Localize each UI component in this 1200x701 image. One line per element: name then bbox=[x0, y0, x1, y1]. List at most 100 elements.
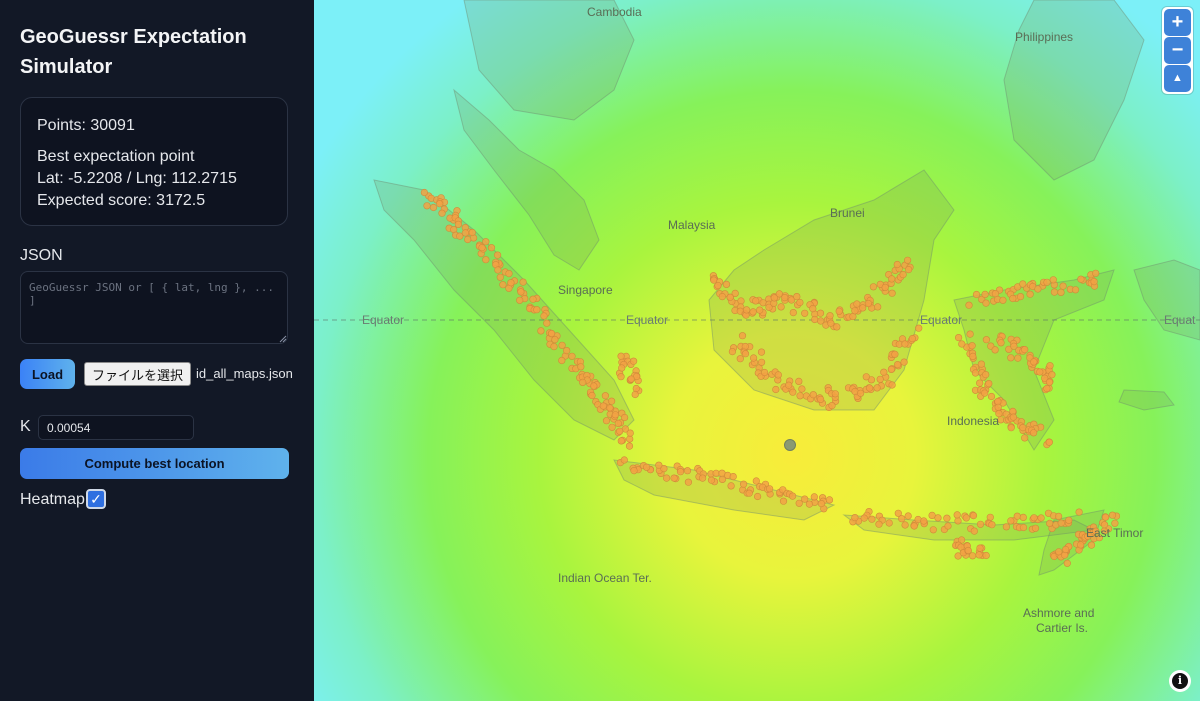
map-point bbox=[981, 389, 989, 397]
map-point bbox=[972, 290, 981, 299]
map-point bbox=[1065, 516, 1073, 524]
map-point bbox=[887, 365, 896, 374]
map-point bbox=[740, 480, 748, 488]
map-point bbox=[881, 283, 889, 292]
map-point bbox=[626, 435, 634, 443]
map-point bbox=[579, 378, 587, 387]
map-point bbox=[903, 256, 912, 264]
map-point bbox=[969, 511, 978, 520]
map-point bbox=[880, 368, 888, 376]
map-point bbox=[953, 511, 961, 519]
map-view[interactable]: Cambodia Philippines Malaysia Brunei Sin… bbox=[314, 0, 1200, 701]
map-point bbox=[736, 355, 744, 363]
map-point bbox=[1057, 519, 1065, 527]
map-point bbox=[944, 522, 952, 530]
map-point bbox=[853, 300, 861, 308]
heatmap-checkbox[interactable]: ✓ bbox=[86, 489, 106, 509]
map-point bbox=[1019, 513, 1027, 522]
map-point bbox=[816, 309, 825, 317]
map-point bbox=[423, 202, 431, 210]
map-point bbox=[1092, 269, 1100, 277]
map-point bbox=[1009, 294, 1017, 303]
map-point bbox=[805, 500, 814, 508]
map-point bbox=[862, 373, 870, 381]
map-point bbox=[741, 350, 750, 358]
map-point bbox=[655, 461, 663, 469]
map-point bbox=[429, 203, 438, 212]
map-point bbox=[1016, 293, 1025, 301]
map-point bbox=[499, 281, 507, 289]
map-point bbox=[1045, 438, 1053, 446]
map-point bbox=[910, 522, 918, 530]
map-point bbox=[643, 463, 651, 471]
map-point bbox=[976, 544, 984, 552]
map-point bbox=[754, 492, 762, 501]
map-point bbox=[519, 278, 527, 286]
map-point bbox=[1054, 512, 1063, 521]
map-point bbox=[1048, 371, 1056, 379]
map-point bbox=[729, 473, 737, 481]
map-point bbox=[885, 519, 893, 527]
map-point bbox=[558, 341, 566, 349]
file-choose-button[interactable]: ファイルを選択 bbox=[84, 362, 191, 386]
map-point bbox=[999, 296, 1007, 304]
json-input[interactable] bbox=[20, 271, 288, 344]
map-point bbox=[550, 343, 558, 351]
map-point bbox=[1071, 286, 1080, 294]
map-point bbox=[1077, 275, 1085, 283]
map-point bbox=[860, 514, 868, 522]
plus-icon[interactable]: + bbox=[1164, 9, 1191, 36]
map-label-cartier: Cartier Is. bbox=[1036, 621, 1089, 635]
k-input[interactable] bbox=[38, 415, 194, 440]
map-point bbox=[962, 514, 970, 522]
points-count: Points: 30091 bbox=[37, 117, 135, 134]
map-point bbox=[991, 346, 999, 354]
map-point bbox=[988, 521, 996, 529]
map-canvas[interactable] bbox=[314, 0, 1200, 701]
map-point bbox=[630, 357, 638, 365]
map-point bbox=[1019, 523, 1028, 532]
map-point bbox=[590, 382, 598, 390]
map-point bbox=[954, 334, 963, 342]
map-point bbox=[827, 319, 835, 327]
map-point bbox=[954, 517, 962, 525]
map-point bbox=[793, 293, 801, 301]
map-point bbox=[981, 290, 989, 299]
map-point bbox=[970, 527, 978, 535]
map-label-brunei: Brunei bbox=[830, 206, 865, 220]
map-point bbox=[618, 364, 626, 372]
map-point bbox=[494, 251, 502, 259]
compass-icon[interactable]: ▲ bbox=[1164, 65, 1191, 92]
resize-handle-icon[interactable] bbox=[279, 335, 287, 343]
map-point bbox=[676, 468, 685, 476]
map-point bbox=[811, 315, 819, 324]
map-point bbox=[810, 493, 818, 501]
map-point bbox=[789, 388, 797, 396]
map-point bbox=[833, 323, 841, 331]
map-point bbox=[718, 475, 727, 484]
load-button[interactable]: Load bbox=[20, 359, 75, 389]
map-point bbox=[627, 375, 635, 383]
map-point bbox=[770, 294, 778, 302]
map-point bbox=[899, 271, 907, 279]
info-button[interactable]: i bbox=[1169, 670, 1191, 692]
map-point bbox=[904, 512, 912, 520]
map-point bbox=[743, 306, 751, 314]
map-point bbox=[1036, 368, 1044, 376]
map-point bbox=[982, 371, 990, 379]
map-point bbox=[516, 296, 524, 304]
map-point bbox=[714, 281, 722, 290]
map-point bbox=[982, 299, 990, 307]
map-point bbox=[1063, 559, 1071, 567]
map-point bbox=[891, 350, 899, 358]
map-point bbox=[901, 521, 909, 529]
compute-best-location-button[interactable]: Compute best location bbox=[20, 448, 289, 479]
map-point bbox=[630, 467, 638, 475]
map-point bbox=[496, 273, 504, 281]
map-point bbox=[482, 256, 490, 264]
heatmap-label: Heatmap bbox=[20, 491, 85, 508]
map-point bbox=[958, 340, 966, 348]
map-point bbox=[1045, 378, 1054, 386]
map-point bbox=[1057, 288, 1065, 297]
minus-icon[interactable]: − bbox=[1164, 37, 1191, 64]
